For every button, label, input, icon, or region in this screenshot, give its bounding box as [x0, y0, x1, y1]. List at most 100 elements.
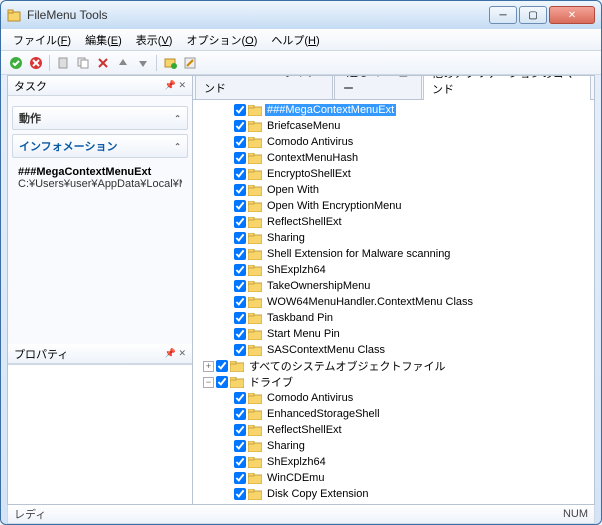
- folder-icon: [230, 361, 244, 372]
- info-label: インフォメーション: [19, 138, 117, 154]
- toolbar: [1, 51, 601, 75]
- tree-label: WinCDEmu: [265, 472, 326, 484]
- pin-icon[interactable]: 📌 ✕: [165, 80, 186, 91]
- tree-checkbox[interactable]: [234, 216, 246, 228]
- folder-icon: [248, 441, 262, 452]
- tree-row[interactable]: Disk Copy Extension: [195, 486, 592, 502]
- tree-row[interactable]: ShExplzh64: [195, 262, 592, 278]
- folder-icon: [248, 393, 262, 404]
- tab-0[interactable]: FileMenu Tools のコマンド: [195, 76, 333, 99]
- pin-icon[interactable]: 📌 ✕: [165, 348, 186, 359]
- tree-label: すべてのシステムオブジェクトファイル: [247, 358, 447, 374]
- copy-icon[interactable]: [74, 54, 92, 72]
- tree-row[interactable]: ReflectShellExt: [195, 214, 592, 230]
- menubar: ファイル(F) 編集(E) 表示(V) オプション(O) ヘルプ(H): [1, 29, 601, 51]
- edit-icon[interactable]: [181, 54, 199, 72]
- tree-view[interactable]: ###MegaContextMenuExtBriefcaseMenuComodo…: [193, 100, 594, 504]
- tree-row[interactable]: WinCDEmu: [195, 470, 592, 486]
- tree-checkbox[interactable]: [234, 232, 246, 244]
- tree-checkbox[interactable]: [234, 456, 246, 468]
- tab-1[interactable]: "送る" メニュー: [334, 76, 422, 99]
- tree-checkbox[interactable]: [234, 280, 246, 292]
- actions-label: 動作: [19, 110, 41, 126]
- tree-row[interactable]: WOW64MenuHandler.ContextMenu Class: [195, 294, 592, 310]
- tree-checkbox[interactable]: [234, 312, 246, 324]
- tree-checkbox[interactable]: [234, 104, 246, 116]
- tree-checkbox[interactable]: [234, 424, 246, 436]
- moveup-icon[interactable]: [114, 54, 132, 72]
- tree-row[interactable]: SASContextMenu Class: [195, 342, 592, 358]
- tree-checkbox[interactable]: [234, 200, 246, 212]
- tree-checkbox[interactable]: [234, 392, 246, 404]
- tree-checkbox[interactable]: [234, 488, 246, 500]
- info-section-header[interactable]: インフォメーション ⌃: [12, 134, 188, 158]
- tree-label: ReflectShellExt: [265, 216, 344, 228]
- tree-checkbox[interactable]: [234, 152, 246, 164]
- expander-icon[interactable]: −: [203, 377, 214, 388]
- tree-row[interactable]: EnhancedStorageShell: [195, 406, 592, 422]
- tree-row[interactable]: ###MegaContextMenuExt: [195, 102, 592, 118]
- tree-row[interactable]: Sharing: [195, 438, 592, 454]
- tree-row[interactable]: −ドライブ: [195, 374, 592, 390]
- menu-file[interactable]: ファイル(F): [7, 30, 77, 50]
- tree-row[interactable]: BriefcaseMenu: [195, 118, 592, 134]
- tree-row[interactable]: Sharing: [195, 230, 592, 246]
- delete-icon[interactable]: [94, 54, 112, 72]
- expander-icon[interactable]: +: [203, 361, 214, 372]
- tree-label: Open With EncryptionMenu: [265, 200, 404, 212]
- app-window: FileMenu Tools ─ ▢ ✕ ファイル(F) 編集(E) 表示(V)…: [0, 0, 602, 525]
- tree-row[interactable]: Start Menu Pin: [195, 326, 592, 342]
- tab-2[interactable]: 他のアプリケーションのコマンド: [423, 76, 591, 100]
- tree-checkbox[interactable]: [234, 136, 246, 148]
- tree-label: Shell Extension for Malware scanning: [265, 248, 452, 260]
- tree-row[interactable]: ContextMenuHash: [195, 150, 592, 166]
- apply-icon[interactable]: [7, 54, 25, 72]
- chevron-icon: ⌃: [174, 114, 181, 123]
- tree-checkbox[interactable]: [234, 296, 246, 308]
- tree-label: WOW64MenuHandler.ContextMenu Class: [265, 296, 475, 308]
- maximize-button[interactable]: ▢: [519, 6, 547, 24]
- tree-row[interactable]: EncryptoShellExt: [195, 166, 592, 182]
- tree-row[interactable]: + すべてのシステムオブジェクトファイル: [195, 358, 592, 374]
- tree-row[interactable]: TakeOwnershipMenu: [195, 278, 592, 294]
- tree-checkbox[interactable]: [216, 376, 228, 388]
- tree-checkbox[interactable]: [234, 328, 246, 340]
- tree-row[interactable]: Comodo Antivirus: [195, 134, 592, 150]
- chevron-icon: ⌃: [174, 142, 181, 151]
- close-button[interactable]: ✕: [549, 6, 595, 24]
- tree-row[interactable]: ShExplzh64: [195, 454, 592, 470]
- tree-checkbox[interactable]: [234, 120, 246, 132]
- status-num: NUM: [563, 508, 588, 520]
- tree-checkbox[interactable]: [234, 472, 246, 484]
- tree-row[interactable]: ReflectShellExt: [195, 422, 592, 438]
- tree-checkbox[interactable]: [216, 360, 228, 372]
- tree-checkbox[interactable]: [234, 408, 246, 420]
- tree-checkbox[interactable]: [234, 248, 246, 260]
- movedown-icon[interactable]: [134, 54, 152, 72]
- menu-edit[interactable]: 編集(E): [79, 30, 128, 50]
- tree-checkbox[interactable]: [234, 264, 246, 276]
- tree-row[interactable]: Open With: [195, 182, 592, 198]
- tree-label: ShExplzh64: [265, 456, 328, 468]
- paste-icon[interactable]: [54, 54, 72, 72]
- tree-row[interactable]: Taskband Pin: [195, 310, 592, 326]
- minimize-button[interactable]: ─: [489, 6, 517, 24]
- menu-help[interactable]: ヘルプ(H): [265, 30, 325, 50]
- add-icon[interactable]: [161, 54, 179, 72]
- titlebar[interactable]: FileMenu Tools ─ ▢ ✕: [1, 1, 601, 29]
- menu-options[interactable]: オプション(O): [180, 30, 263, 50]
- tree-row[interactable]: Comodo Antivirus: [195, 390, 592, 406]
- task-pane-header: タスク 📌 ✕: [8, 76, 192, 96]
- cancel-icon[interactable]: [27, 54, 45, 72]
- info-body: ###MegaContextMenuExt C:¥Users¥user¥AppD…: [12, 162, 188, 194]
- tree-row[interactable]: Open With EncryptionMenu: [195, 198, 592, 214]
- tree-label: Start Menu Pin: [265, 328, 342, 340]
- tree-checkbox[interactable]: [234, 440, 246, 452]
- tree-row[interactable]: Previous Versions Property Page: [195, 502, 592, 504]
- actions-section-header[interactable]: 動作 ⌃: [12, 106, 188, 130]
- menu-view[interactable]: 表示(V): [130, 30, 179, 50]
- tree-row[interactable]: Shell Extension for Malware scanning: [195, 246, 592, 262]
- tree-checkbox[interactable]: [234, 344, 246, 356]
- tree-checkbox[interactable]: [234, 168, 246, 180]
- tree-checkbox[interactable]: [234, 184, 246, 196]
